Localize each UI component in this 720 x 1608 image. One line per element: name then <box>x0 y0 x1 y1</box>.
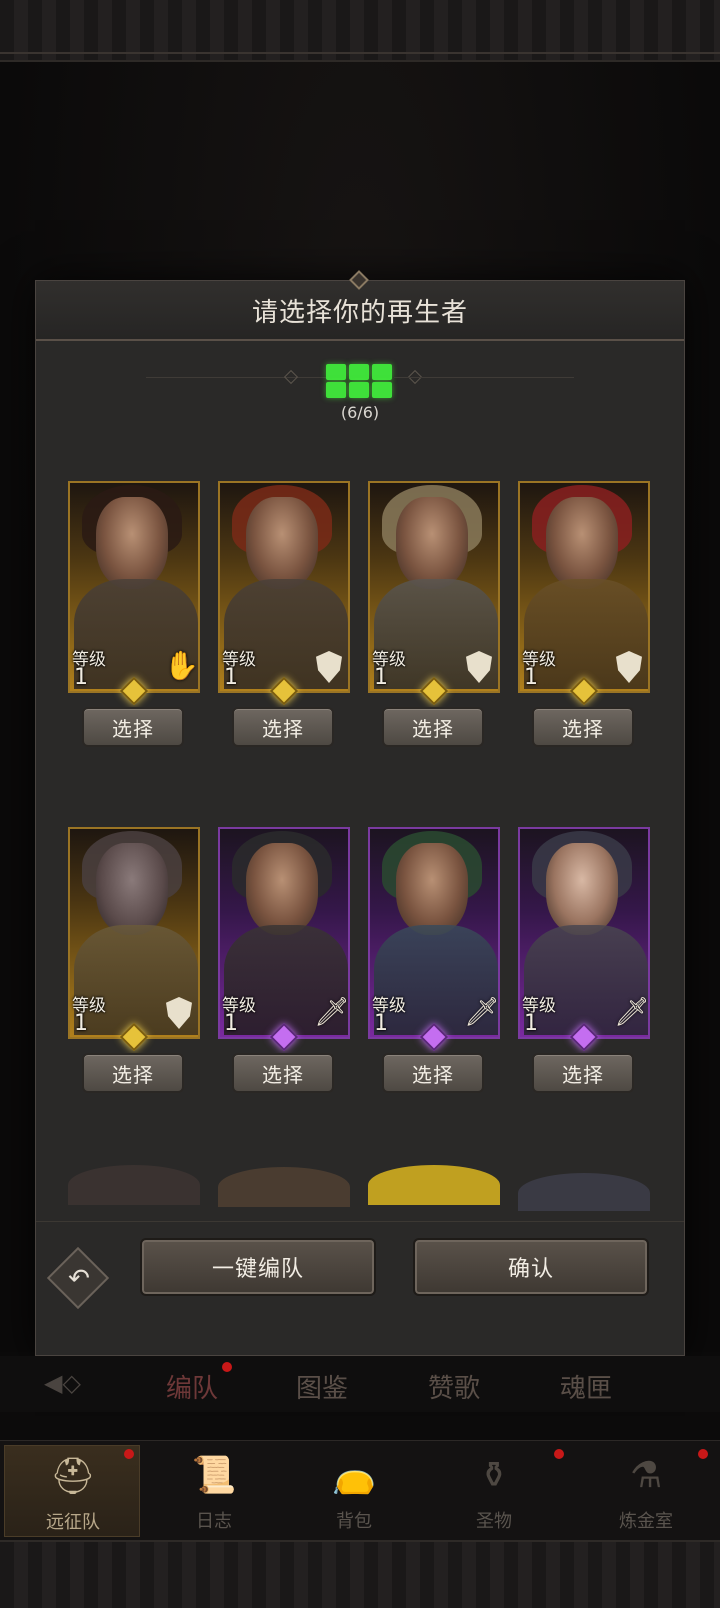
nav-label: 炼金室 <box>619 1511 673 1532</box>
modal-title: 请选择你的再生者 <box>251 297 468 328</box>
nav-label: 日志 <box>196 1511 232 1532</box>
level-value: 1 <box>224 1011 238 1036</box>
notification-dot <box>222 1362 232 1372</box>
hero-card-partial[interactable] <box>218 1167 350 1207</box>
hero-card[interactable]: 等级 1 🗡 <box>518 827 650 1052</box>
tab-soul-box[interactable]: 魂匣 <box>560 1368 612 1405</box>
relic-icon: ⚱ <box>478 1455 510 1496</box>
modal-header: 请选择你的再生者 <box>36 270 684 341</box>
hero-grid[interactable]: 等级 1 ✋ 等级 1 等级 1 等级 1 选择 选择 选择 选择 等级 1 等… <box>36 481 684 1211</box>
nav-journal[interactable]: 📜 日志 <box>146 1445 282 1537</box>
hero-card-partial[interactable] <box>68 1165 200 1205</box>
diamond-icon <box>283 369 299 385</box>
bag-icon: 👝 <box>331 1455 377 1496</box>
confirm-button[interactable]: 确认 <box>413 1238 649 1296</box>
auto-team-button[interactable]: 一键编队 <box>140 1238 376 1296</box>
level-value: 1 <box>524 665 538 690</box>
nav-relics[interactable]: ⚱ 圣物 <box>426 1445 562 1537</box>
level-value: 1 <box>374 1011 388 1036</box>
select-button[interactable]: 选择 <box>232 1053 334 1093</box>
party-count-text: (6/6) <box>340 403 380 422</box>
divider <box>146 377 326 378</box>
sword-icon: 🗡 <box>614 995 650 1028</box>
back-arrow-icon[interactable]: ◀◇ <box>44 1370 114 1396</box>
select-button[interactable]: 选择 <box>382 707 484 747</box>
select-button[interactable]: 选择 <box>82 1053 184 1093</box>
party-counter <box>36 359 684 399</box>
notification-dot <box>698 1449 708 1459</box>
hero-card[interactable]: 等级 1 🗡 <box>368 827 500 1052</box>
alchemy-icon: ⚗ <box>629 1455 663 1496</box>
select-hero-modal: 请选择你的再生者 (6/6) 等级 1 ✋ 等级 1 等级 1 等级 1 选择 … <box>35 270 685 1356</box>
hero-card[interactable]: 等级 1 <box>518 481 650 706</box>
sword-icon: 🗡 <box>314 995 350 1028</box>
bottom-ornament <box>0 1540 720 1608</box>
nav-alchemy[interactable]: ⚗ 炼金室 <box>578 1445 714 1537</box>
tab-hymn[interactable]: 赞歌 <box>428 1368 480 1405</box>
tab-team[interactable]: 编队 <box>166 1368 218 1405</box>
select-button[interactable]: 选择 <box>232 707 334 747</box>
divider <box>394 377 574 378</box>
level-value: 1 <box>524 1011 538 1036</box>
level-value: 1 <box>74 1011 88 1036</box>
hero-card-partial[interactable] <box>368 1165 500 1205</box>
hero-card[interactable]: 等级 1 <box>68 827 200 1052</box>
helmet-icon: ⛑ <box>50 1456 96 1497</box>
notification-dot <box>124 1449 134 1459</box>
level-value: 1 <box>224 665 238 690</box>
hero-card[interactable]: 等级 1 <box>218 481 350 706</box>
notification-dot <box>554 1449 564 1459</box>
nav-label: 远征队 <box>46 1512 100 1533</box>
select-button[interactable]: 选择 <box>532 1053 634 1093</box>
bottom-nav: ⛑ 远征队 📜 日志 👝 背包 ⚱ 圣物 ⚗ 炼金室 <box>0 1440 720 1540</box>
scroll-icon: 📜 <box>191 1455 237 1496</box>
level-value: 1 <box>74 665 88 690</box>
nav-label: 圣物 <box>476 1511 512 1532</box>
hero-card-partial[interactable] <box>518 1173 650 1211</box>
modal-footer: ↶ 一键编队 确认 <box>36 1221 684 1355</box>
game-screen: 请选择你的再生者 (6/6) 等级 1 ✋ 等级 1 等级 1 等级 1 选择 … <box>0 0 720 1608</box>
select-button[interactable]: 选择 <box>382 1053 484 1093</box>
undo-icon: ↶ <box>68 1264 90 1294</box>
level-value: 1 <box>374 665 388 690</box>
nav-expedition[interactable]: ⛑ 远征队 <box>4 1445 140 1537</box>
hand-icon: ✋ <box>164 649 199 682</box>
hero-card[interactable]: 等级 1 🗡 <box>218 827 350 1052</box>
nav-label: 背包 <box>336 1511 372 1532</box>
party-grid-icon <box>326 364 394 398</box>
sword-icon: 🗡 <box>464 995 500 1028</box>
select-button[interactable]: 选择 <box>82 707 184 747</box>
hero-card[interactable]: 等级 1 <box>368 481 500 706</box>
tab-codex[interactable]: 图鉴 <box>296 1368 348 1405</box>
select-button[interactable]: 选择 <box>532 707 634 747</box>
top-ornament <box>0 0 720 62</box>
sub-tab-bar: ◀◇ 编队 图鉴 赞歌 魂匣 <box>0 1356 720 1412</box>
nav-bag[interactable]: 👝 背包 <box>286 1445 422 1537</box>
hero-card[interactable]: 等级 1 ✋ <box>68 481 200 706</box>
